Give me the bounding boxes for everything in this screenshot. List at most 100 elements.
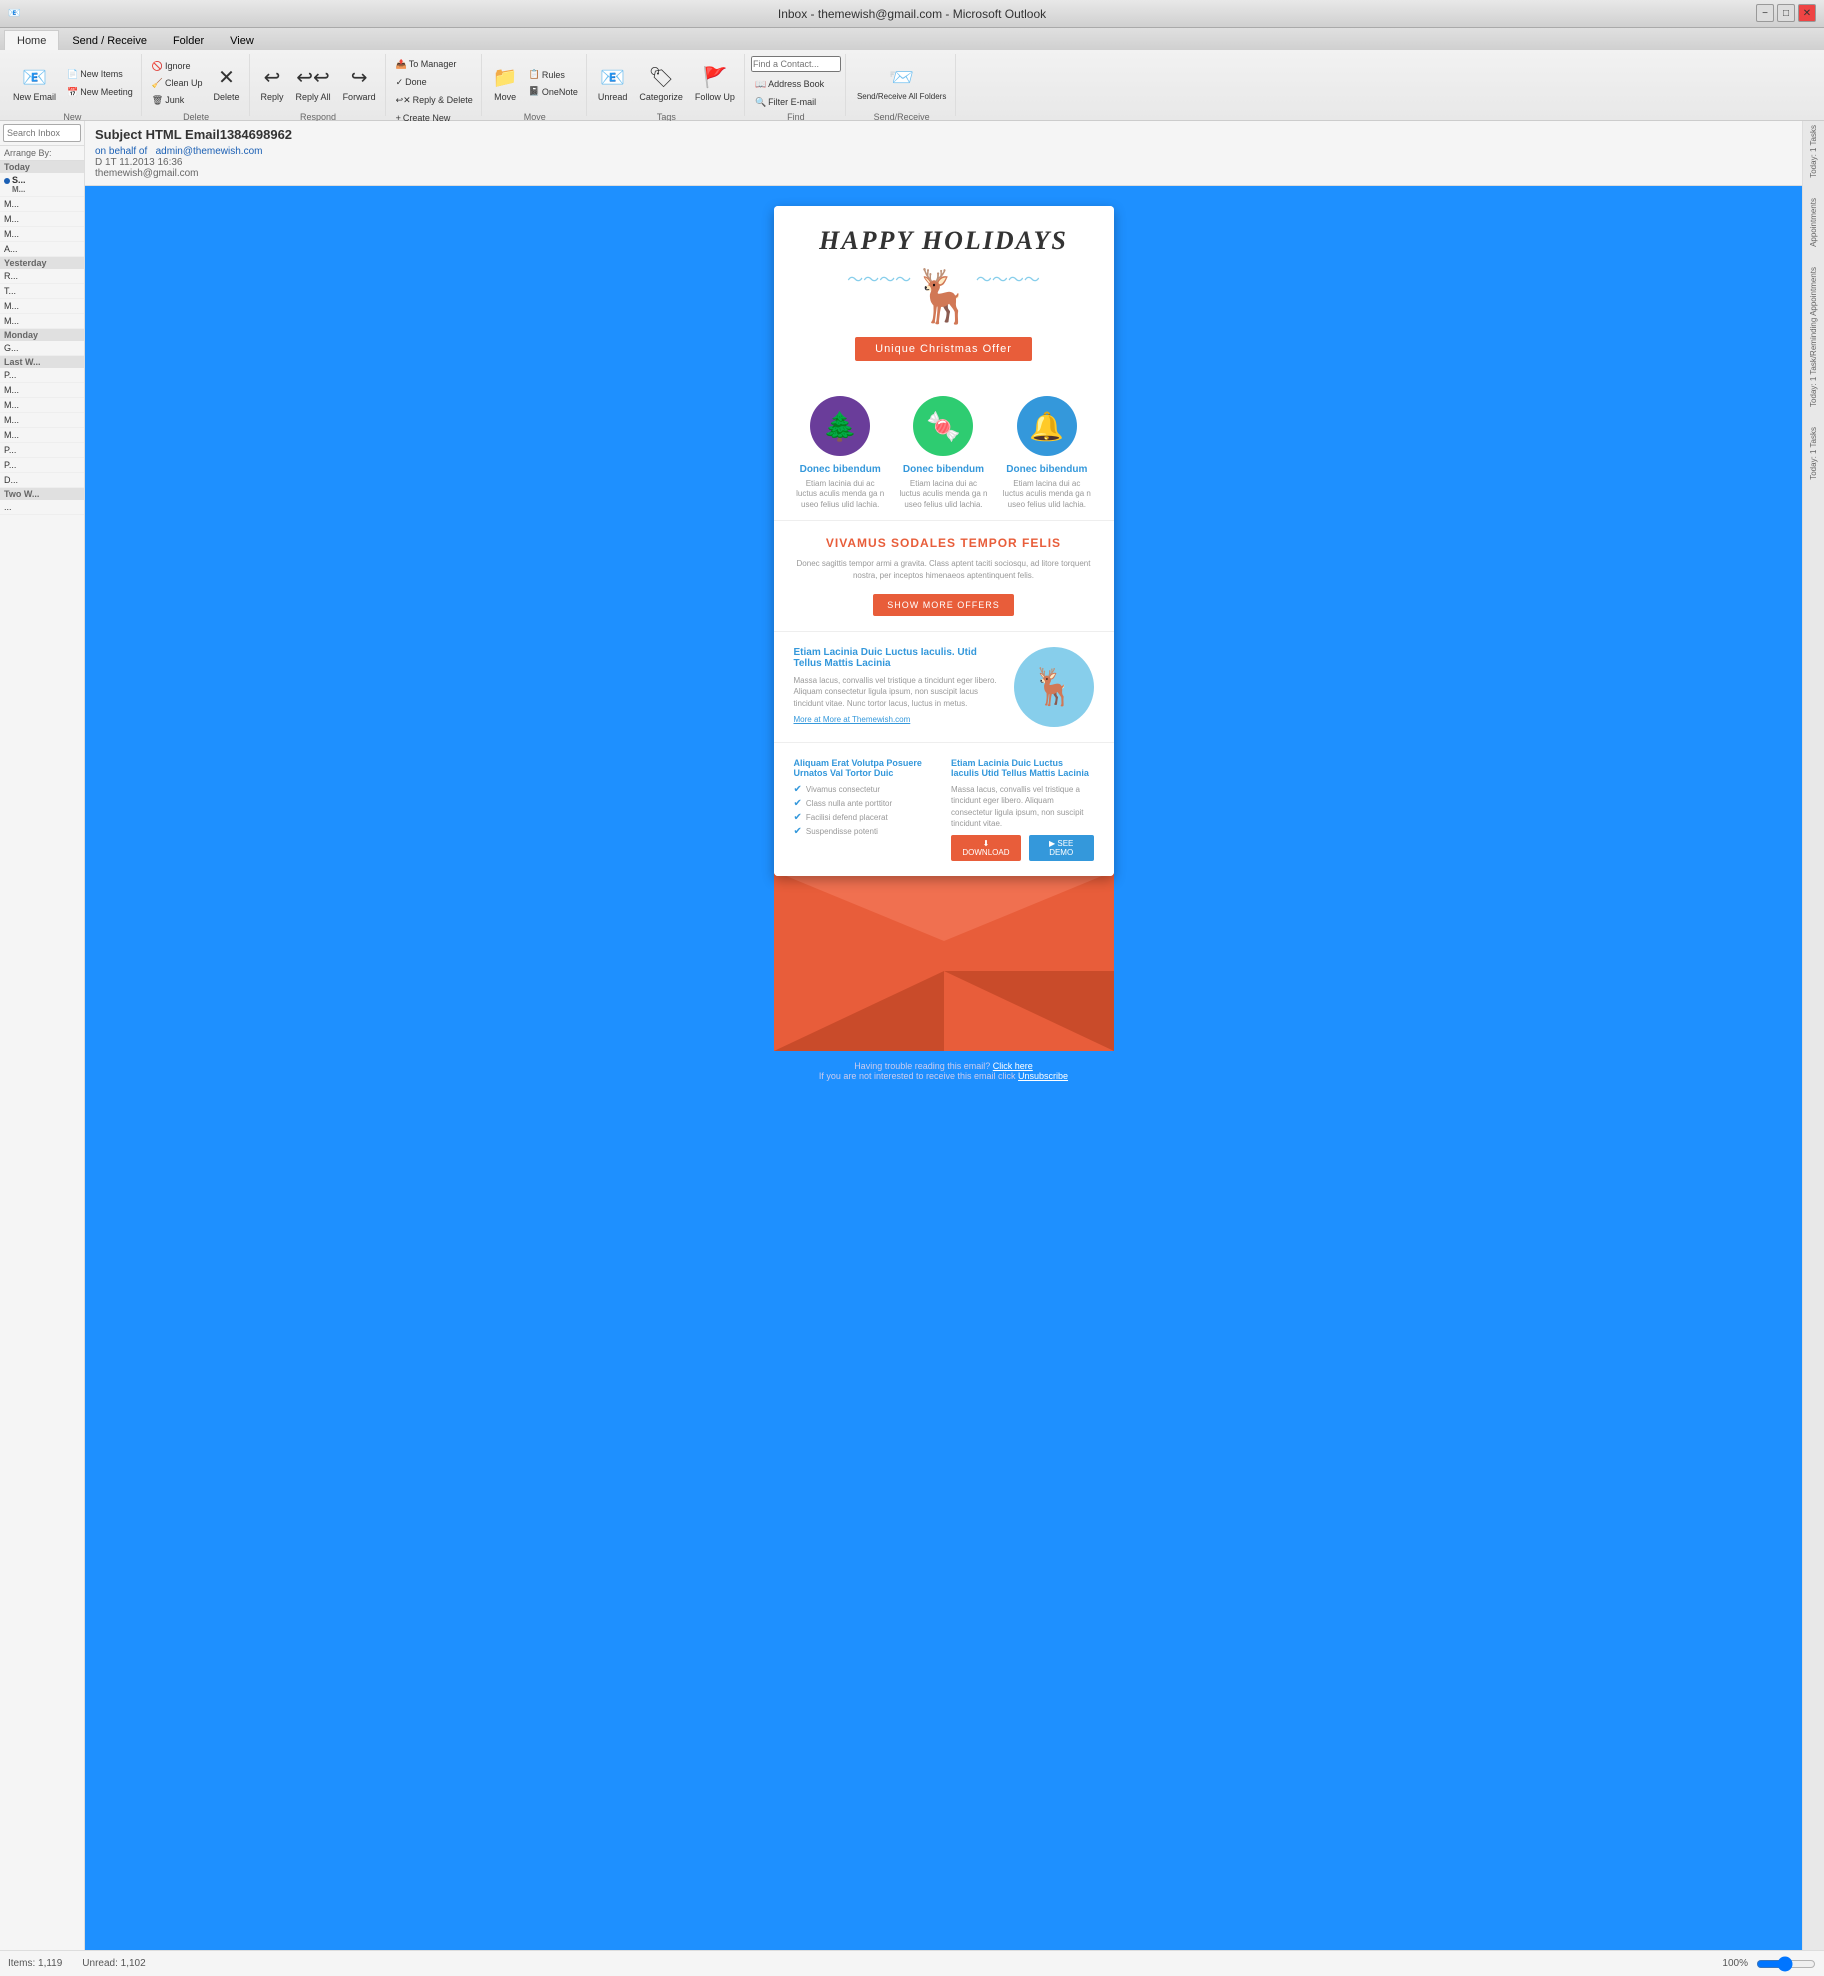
list-item[interactable]: M...: [0, 197, 84, 212]
email-sender: R...: [4, 271, 18, 281]
new-email-button[interactable]: 📧 New Email: [8, 56, 61, 110]
article-section: Etiam Lacinia Duic Luctus Iaculis. Utid …: [774, 631, 1114, 742]
bullet-2: ✔ Class nulla ante porttitor: [794, 798, 937, 809]
new-items-button[interactable]: 📄 New Items: [63, 66, 137, 82]
list-item[interactable]: D...: [0, 473, 84, 488]
ribbon-group-new: 📧 New Email 📄 New Items 📅 New Meeting Ne…: [4, 54, 142, 116]
list-item[interactable]: A...: [0, 242, 84, 257]
filter-email-button[interactable]: 🔍 Filter E-mail: [751, 94, 820, 110]
delete-button[interactable]: ✕ Delete: [209, 56, 245, 110]
junk-button[interactable]: 🗑 Junk: [148, 92, 207, 108]
panel-tasks-reminders[interactable]: Today: 1 Task/Reminding Appointments: [1809, 267, 1818, 407]
minimize-button[interactable]: −: [1756, 4, 1774, 22]
reply-button[interactable]: ↩ Reply: [256, 56, 289, 110]
panel-appointments[interactable]: Appointments: [1809, 198, 1818, 247]
panel-tasks-1[interactable]: Today: 1 Tasks: [1809, 125, 1818, 178]
list-item[interactable]: M...: [0, 383, 84, 398]
close-button[interactable]: ✕: [1798, 4, 1816, 22]
tab-folder[interactable]: Folder: [160, 30, 217, 50]
icons-section: 🌲 Donec bibendum Etiam lacinia dui ac lu…: [774, 376, 1114, 520]
to-manager-button[interactable]: 📤 To Manager: [392, 56, 461, 72]
categorize-button[interactable]: 🏷 Categorize: [634, 56, 688, 110]
envelope-left-flap: [774, 971, 944, 1051]
search-inbox-input[interactable]: [3, 124, 81, 142]
reply-icon: ↩: [264, 65, 281, 90]
forward-icon: ↪: [351, 65, 368, 90]
send-receive-all-button[interactable]: 📨 Send/Receive All Folders: [852, 56, 951, 110]
list-item[interactable]: P...: [0, 443, 84, 458]
list-item[interactable]: S... M...: [0, 173, 84, 197]
move-button[interactable]: 📁 Move: [488, 56, 523, 110]
ribbon-group-tags: 📧 Unread 🏷 Categorize 🚩 Follow Up Tags: [589, 54, 745, 116]
reply-delete-button[interactable]: ↩✕ Reply & Delete: [392, 92, 477, 108]
cleanup-button[interactable]: 🧹 Clean Up: [148, 75, 207, 91]
arrange-by-label: Arrange By:: [0, 146, 84, 161]
new-meeting-button[interactable]: 📅 New Meeting: [63, 84, 137, 100]
see-demo-button[interactable]: ▶ SEE DEMO: [1029, 835, 1094, 861]
main-layout: Arrange By: Today S... M... M... M... M.…: [0, 121, 1824, 1971]
email-sender: A...: [4, 244, 18, 254]
list-item[interactable]: M...: [0, 227, 84, 242]
rules-button[interactable]: 📋 Rules: [525, 67, 582, 83]
list-item[interactable]: P...: [0, 458, 84, 473]
email-subject: Subject HTML Email1384698962: [95, 127, 1792, 142]
find-contact-input[interactable]: [751, 56, 841, 72]
list-item[interactable]: R...: [0, 269, 84, 284]
icon-item-3: 🔔 Donec bibendum Etiam lacina dui ac luc…: [1002, 396, 1092, 510]
maximize-button[interactable]: □: [1777, 4, 1795, 22]
onenote-button[interactable]: 📓 OneNote: [525, 84, 582, 100]
download-button[interactable]: ⬇ DOWNLOAD: [951, 835, 1021, 861]
forward-button[interactable]: ↪ Forward: [338, 56, 381, 110]
list-item[interactable]: M...: [0, 428, 84, 443]
check-icon-1: ✔: [794, 784, 802, 795]
reply-all-button[interactable]: ↩↩ Reply All: [291, 56, 336, 110]
icon-title-3: Donec bibendum: [1002, 464, 1092, 475]
list-item[interactable]: M...: [0, 314, 84, 329]
unsubscribe-link[interactable]: Unsubscribe: [1018, 1071, 1068, 1081]
list-item[interactable]: ...: [0, 500, 84, 515]
ignore-button[interactable]: 🚫 Ignore: [148, 58, 207, 74]
tab-home[interactable]: Home: [4, 30, 59, 50]
items-count: Items: 1,119: [8, 1958, 62, 1969]
list-item[interactable]: M...: [0, 299, 84, 314]
monday-divider: Monday: [0, 329, 84, 341]
article-link[interactable]: More at More at Themewish.com: [794, 715, 1002, 724]
icon-circle-3: 🔔: [1017, 396, 1077, 456]
email-to: themewish@gmail.com: [95, 168, 262, 179]
envelope-right-flap: [944, 971, 1114, 1051]
list-item[interactable]: M...: [0, 413, 84, 428]
email-sender: T...: [4, 286, 16, 296]
followup-button[interactable]: 🚩 Follow Up: [690, 56, 740, 110]
address-book-button[interactable]: 📖 Address Book: [751, 76, 828, 92]
left-decoration: 〜〜〜〜: [847, 266, 911, 327]
icon-title-2: Donec bibendum: [898, 464, 988, 475]
ribbon-group-respond: ↩ Reply ↩↩ Reply All ↪ Forward Respond: [252, 54, 386, 116]
status-bar: Items: 1,119 Unread: 1,102 100%: [0, 1950, 1824, 1976]
article-title: Etiam Lacinia Duic Luctus Iaculis. Utid …: [794, 647, 1002, 669]
tab-view[interactable]: View: [217, 30, 267, 50]
done-button[interactable]: ✓ Done: [392, 74, 431, 90]
zoom-slider[interactable]: [1756, 1956, 1816, 1972]
unread-button[interactable]: 📧 Unread: [593, 56, 633, 110]
panel-tasks-2[interactable]: Today: 1 Tasks: [1809, 427, 1818, 480]
click-here-link[interactable]: Click here: [993, 1061, 1033, 1071]
section-title: VIVAMUS SODALES TEMPOR FELIS: [794, 536, 1094, 550]
list-item[interactable]: G...: [0, 341, 84, 356]
list-item[interactable]: M...: [0, 212, 84, 227]
email-from: on behalf of admin@themewish.com: [95, 146, 262, 157]
list-item[interactable]: P...: [0, 368, 84, 383]
list-item[interactable]: T...: [0, 284, 84, 299]
icon-text-1: Etiam lacinia dui ac luctus aculis menda…: [795, 479, 885, 510]
middle-section: VIVAMUS SODALES TEMPOR FELIS Donec sagit…: [774, 520, 1114, 631]
email-sender: P...: [4, 370, 16, 380]
check-icon-2: ✔: [794, 798, 802, 809]
right-decoration: 〜〜〜〜: [976, 266, 1040, 327]
list-item[interactable]: M...: [0, 398, 84, 413]
twoweeks-divider: Two W...: [0, 488, 84, 500]
icon-circle-2: 🍬: [913, 396, 973, 456]
tab-send-receive[interactable]: Send / Receive: [59, 30, 160, 50]
show-more-button[interactable]: SHOW MORE OFFERS: [873, 594, 1014, 616]
email-sender: S...: [12, 175, 26, 185]
email-footer: Having trouble reading this email? Click…: [809, 1051, 1078, 1091]
new-email-icon: 📧: [22, 65, 47, 90]
